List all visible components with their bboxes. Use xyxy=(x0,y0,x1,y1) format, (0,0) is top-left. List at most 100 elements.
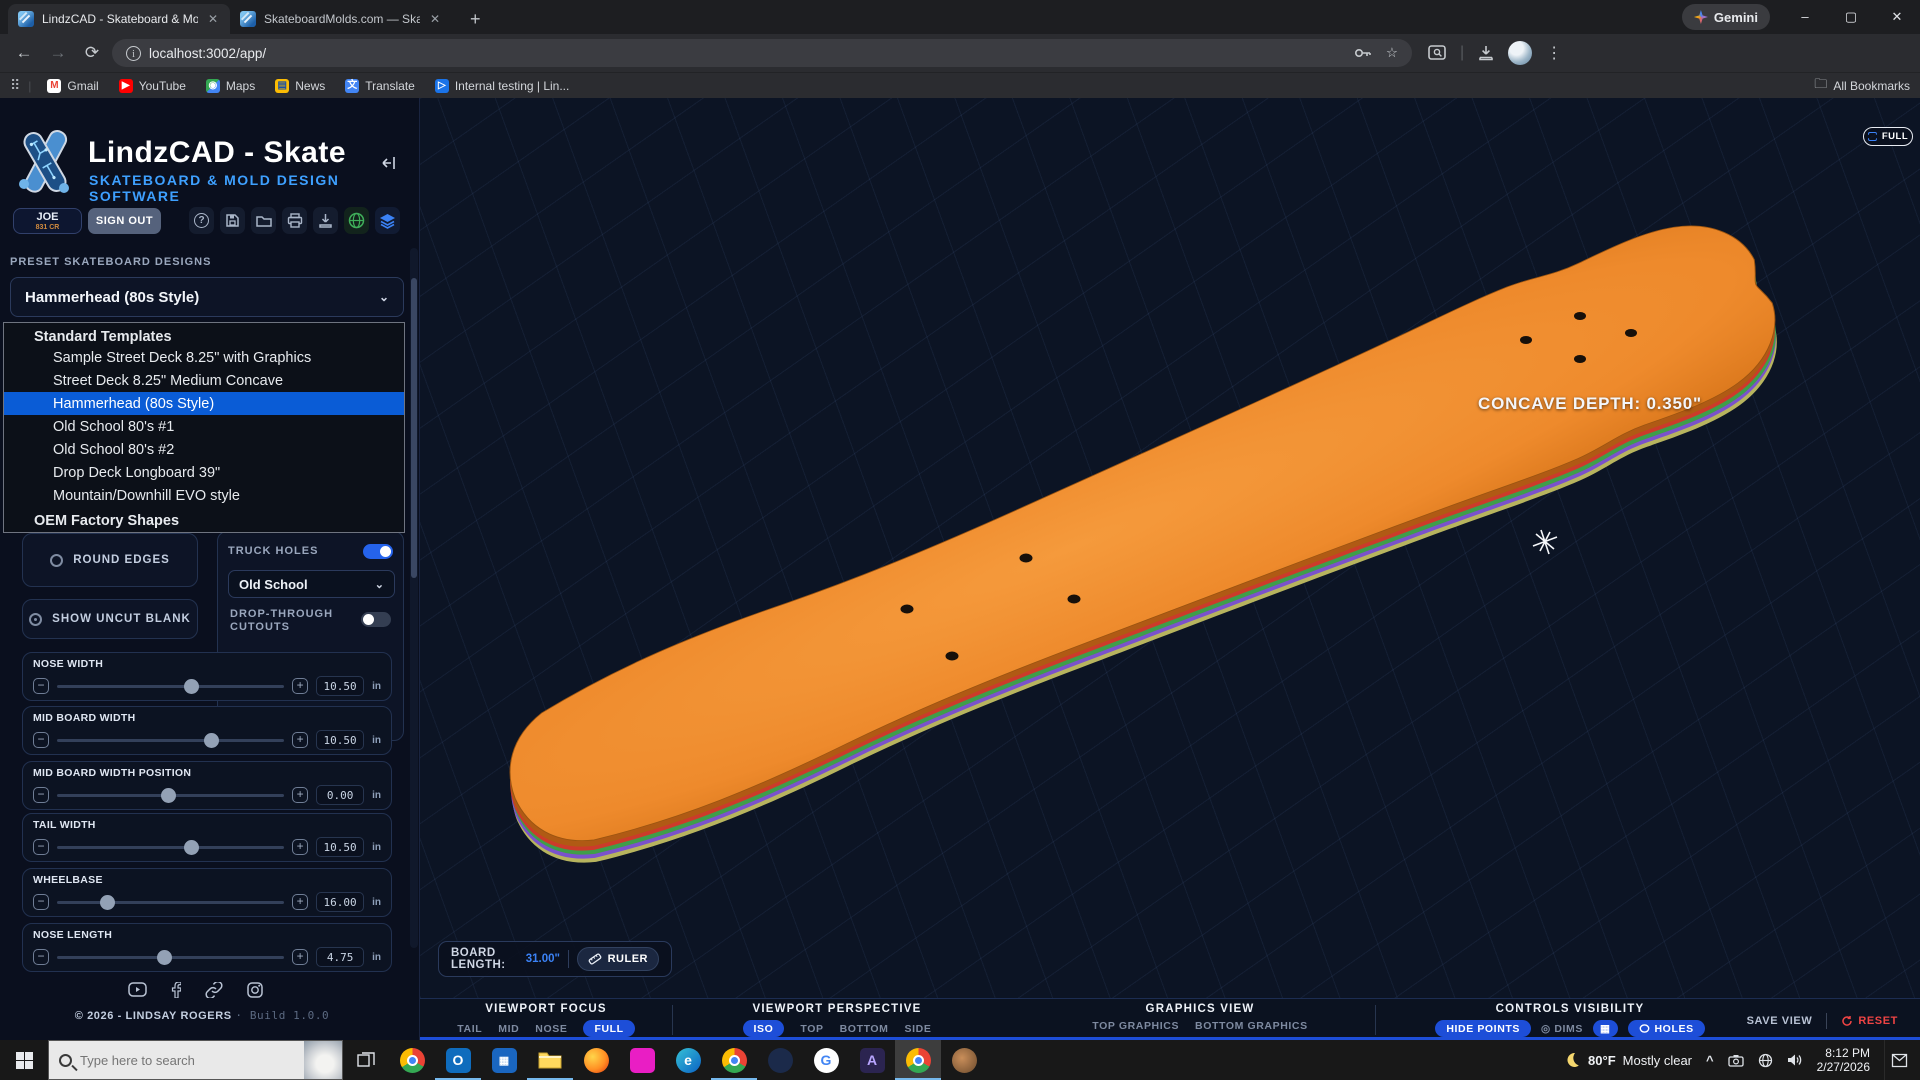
value-field[interactable]: 4.75 xyxy=(316,947,364,967)
forward-icon[interactable]: → xyxy=(44,39,72,67)
start-button[interactable] xyxy=(0,1040,48,1080)
help-button[interactable]: ? xyxy=(189,207,214,234)
focus-full-button[interactable]: FULL xyxy=(583,1020,634,1037)
taskbar-weather[interactable]: 80°F Mostly clear xyxy=(1563,1051,1692,1069)
taskbar-app-google[interactable]: G xyxy=(803,1040,849,1080)
maximize-button[interactable]: ▢ xyxy=(1828,0,1874,34)
truck-holes-toggle[interactable] xyxy=(363,544,393,559)
tray-expand-icon[interactable]: ^ xyxy=(1706,1053,1714,1068)
task-view-button[interactable] xyxy=(343,1040,389,1080)
password-key-icon[interactable] xyxy=(1354,47,1372,59)
taskbar-app-outlook[interactable]: O xyxy=(435,1040,481,1080)
save-view-button[interactable]: SAVE VIEW xyxy=(1747,1015,1813,1027)
slider-thumb[interactable] xyxy=(157,950,172,965)
menu-item[interactable]: Old School 80's #2 xyxy=(4,438,404,461)
taskbar-app-chrome-active[interactable] xyxy=(895,1040,941,1080)
menu-item-selected[interactable]: Hammerhead (80s Style) xyxy=(4,392,404,415)
preset-select[interactable]: Hammerhead (80s Style) ⌄ xyxy=(10,277,404,317)
search-tabs-icon[interactable] xyxy=(1428,45,1446,61)
youtube-icon[interactable] xyxy=(128,982,147,997)
bookmark-star-icon[interactable]: ☆ xyxy=(1386,45,1398,61)
value-field[interactable]: 10.50 xyxy=(316,837,364,857)
decrement-button[interactable]: − xyxy=(33,949,49,965)
taskbar-app-dark-blue[interactable] xyxy=(757,1040,803,1080)
back-icon[interactable]: ← xyxy=(10,39,38,67)
save-button[interactable] xyxy=(220,207,245,234)
viewport-full-badge[interactable]: FULL xyxy=(1863,127,1913,146)
slider-thumb[interactable] xyxy=(184,840,199,855)
notification-center-button[interactable] xyxy=(1884,1040,1914,1080)
new-tab-button[interactable]: + xyxy=(462,4,489,34)
holes-button[interactable]: HOLES xyxy=(1628,1020,1705,1037)
taskbar-app-edge[interactable]: e xyxy=(665,1040,711,1080)
reset-button[interactable]: RESET xyxy=(1841,1015,1898,1027)
taskbar-app-firefox[interactable] xyxy=(573,1040,619,1080)
focus-tail-button[interactable]: TAIL xyxy=(457,1023,482,1035)
decrement-button[interactable]: − xyxy=(33,894,49,910)
viewport-3d[interactable]: FULL CONCAVE DEPTH: 0.350" BOARD LENGTH:… xyxy=(420,98,1920,998)
dims-button[interactable]: ◎ DIMS xyxy=(1541,1023,1583,1035)
camera-tray-icon[interactable] xyxy=(1728,1054,1744,1067)
menu-item[interactable]: Mountain/Downhill EVO style xyxy=(4,484,404,507)
tab-close-icon[interactable]: ✕ xyxy=(206,12,220,26)
user-badge[interactable]: JOE 831 CR xyxy=(13,208,82,234)
decrement-button[interactable]: − xyxy=(33,839,49,855)
web-button[interactable] xyxy=(344,207,369,234)
perspective-iso-button[interactable]: ISO xyxy=(743,1020,785,1037)
focus-mid-button[interactable]: MID xyxy=(498,1023,519,1035)
search-input[interactable] xyxy=(80,1053,270,1068)
minimize-button[interactable]: – xyxy=(1782,0,1828,34)
bottom-graphics-button[interactable]: BOTTOM GRAPHICS xyxy=(1195,1020,1308,1032)
open-file-button[interactable] xyxy=(251,207,276,234)
facebook-icon[interactable] xyxy=(171,982,181,998)
slider-track[interactable] xyxy=(57,739,284,742)
increment-button[interactable]: + xyxy=(292,678,308,694)
taskbar-clock[interactable]: 8:12 PM 2/27/2026 xyxy=(1817,1046,1870,1074)
sign-out-button[interactable]: SIGN OUT xyxy=(88,208,161,234)
download-button[interactable] xyxy=(313,207,338,234)
browser-tab-2[interactable]: SkateboardMolds.com — Skate ✕ xyxy=(230,4,452,34)
show-uncut-blank-button[interactable]: SHOW UNCUT BLANK xyxy=(22,599,198,639)
taskbar-app-chrome-2[interactable] xyxy=(711,1040,757,1080)
search-highlight-image[interactable] xyxy=(304,1041,342,1079)
profile-avatar[interactable] xyxy=(1508,41,1532,65)
slider-track[interactable] xyxy=(57,685,284,688)
decrement-button[interactable]: − xyxy=(33,787,49,803)
slider-thumb[interactable] xyxy=(184,679,199,694)
bookmark-gmail[interactable]: MGmail xyxy=(39,77,106,95)
slider-thumb[interactable] xyxy=(161,788,176,803)
reload-icon[interactable]: ⟳ xyxy=(78,39,106,67)
slider-track[interactable] xyxy=(57,846,284,849)
slider-track[interactable] xyxy=(57,901,284,904)
taskbar-app-paint[interactable] xyxy=(941,1040,987,1080)
slider-track[interactable] xyxy=(57,956,284,959)
focus-nose-button[interactable]: NOSE xyxy=(535,1023,567,1035)
layers-button[interactable] xyxy=(375,207,400,234)
taskbar-app-file-explorer[interactable] xyxy=(527,1040,573,1080)
drop-through-toggle[interactable] xyxy=(361,612,391,627)
slider-thumb[interactable] xyxy=(100,895,115,910)
perspective-side-button[interactable]: SIDE xyxy=(905,1023,932,1035)
increment-button[interactable]: + xyxy=(292,732,308,748)
perspective-bottom-button[interactable]: BOTTOM xyxy=(840,1023,889,1035)
menu-dots-icon[interactable]: ⋮ xyxy=(1546,43,1562,63)
browser-tab-1[interactable]: LindzCAD - Skateboard & Mold ✕ xyxy=(8,4,230,34)
bookmark-maps[interactable]: ◉Maps xyxy=(198,77,263,95)
ruler-button[interactable]: RULER xyxy=(577,947,659,971)
close-button[interactable]: ✕ xyxy=(1874,0,1920,34)
bookmark-translate[interactable]: 文Translate xyxy=(337,77,423,95)
taskbar-search[interactable] xyxy=(48,1040,343,1080)
apps-grid-icon[interactable]: ⠿ xyxy=(10,77,20,94)
menu-item[interactable]: Old School 80's #1 xyxy=(4,415,404,438)
slider-track[interactable] xyxy=(57,794,284,797)
slider-thumb[interactable] xyxy=(204,733,219,748)
increment-button[interactable]: + xyxy=(292,894,308,910)
decrement-button[interactable]: − xyxy=(33,732,49,748)
value-field[interactable]: 10.50 xyxy=(316,730,364,750)
taskbar-app-purple-a[interactable]: A xyxy=(849,1040,895,1080)
bookmark-internal-testing[interactable]: ▷Internal testing | Lin... xyxy=(427,77,578,95)
instagram-icon[interactable] xyxy=(247,982,263,998)
top-graphics-button[interactable]: TOP GRAPHICS xyxy=(1092,1020,1179,1032)
value-field[interactable]: 10.50 xyxy=(316,676,364,696)
increment-button[interactable]: + xyxy=(292,839,308,855)
